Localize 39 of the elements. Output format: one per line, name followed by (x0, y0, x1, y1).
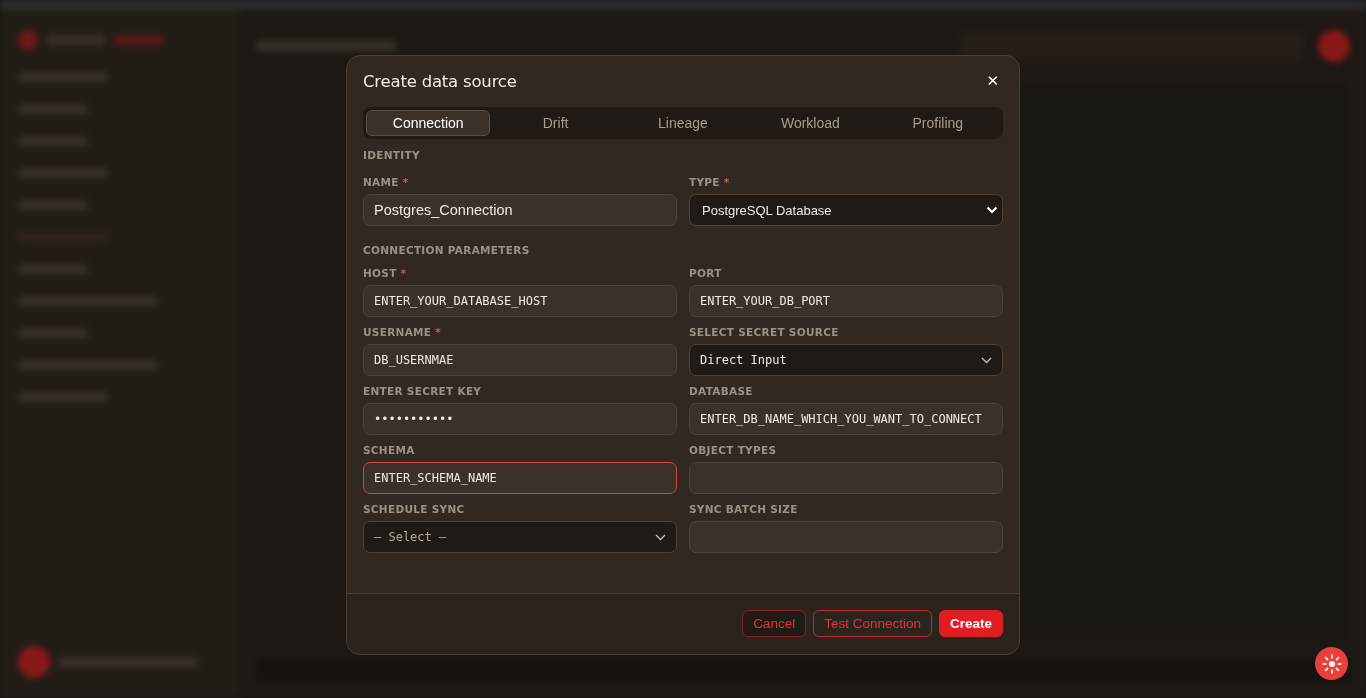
field-label: HOST * (363, 266, 408, 281)
sun-icon (1321, 653, 1342, 674)
input-field[interactable]: ENTER_YOUR_DB_PORT (689, 285, 1003, 317)
select-dropdown[interactable]: — Select — (363, 521, 677, 553)
tab[interactable]: Profiling (875, 110, 1000, 136)
password-field[interactable]: ••••••••••• (363, 403, 677, 435)
field-label: ENTER SECRET KEY (363, 384, 483, 399)
section-heading: CONNECTION PARAMETERS (363, 244, 531, 258)
input-field[interactable]: DB_USERNMAE (363, 344, 677, 376)
select-dropdown[interactable]: Direct Input (689, 344, 1003, 376)
field-label: SELECT SECRET SOURCE (689, 325, 840, 340)
chevron-down-icon (655, 533, 666, 541)
field-label: SYNC BATCH SIZE (689, 502, 799, 517)
tab[interactable]: Connection (366, 110, 491, 136)
close-button[interactable]: ✕ (982, 72, 1003, 90)
input-field[interactable]: ENTER_DB_NAME_WHICH_YOU_WANT_TO_CONNECT (689, 403, 1003, 435)
input-field[interactable]: ENTER_SCHEMA_NAME (363, 462, 677, 494)
create-button[interactable]: Create (938, 610, 1003, 637)
field-label: NAME * (363, 175, 410, 190)
field-label: PORT (689, 266, 723, 281)
field-label: SCHEDULE SYNC (363, 502, 466, 517)
chevron-down-icon (981, 356, 992, 364)
tab[interactable]: Workload (748, 110, 873, 136)
tab[interactable]: Drift (493, 110, 618, 136)
field-label: DATABASE (689, 384, 754, 399)
cancel-button[interactable]: Cancel (742, 610, 807, 637)
section-heading: IDENTITY (363, 149, 421, 163)
input-field[interactable]: Postgres_Connection (363, 194, 677, 226)
field-label: OBJECT TYPES (689, 443, 778, 458)
tab[interactable]: Lineage (620, 110, 746, 136)
select-dropdown[interactable]: PostgreSQL Database (689, 194, 1003, 226)
input-field[interactable]: ENTER_YOUR_DATABASE_HOST (363, 285, 677, 317)
chevron-down-icon (986, 206, 998, 214)
field-label: TYPE * (689, 175, 731, 190)
input-field[interactable] (689, 521, 1003, 553)
field-label: SCHEMA (363, 443, 416, 458)
input-field[interactable] (689, 462, 1003, 494)
field-label: USERNAME * (363, 325, 443, 340)
dialog-title: Create data source (363, 71, 517, 91)
